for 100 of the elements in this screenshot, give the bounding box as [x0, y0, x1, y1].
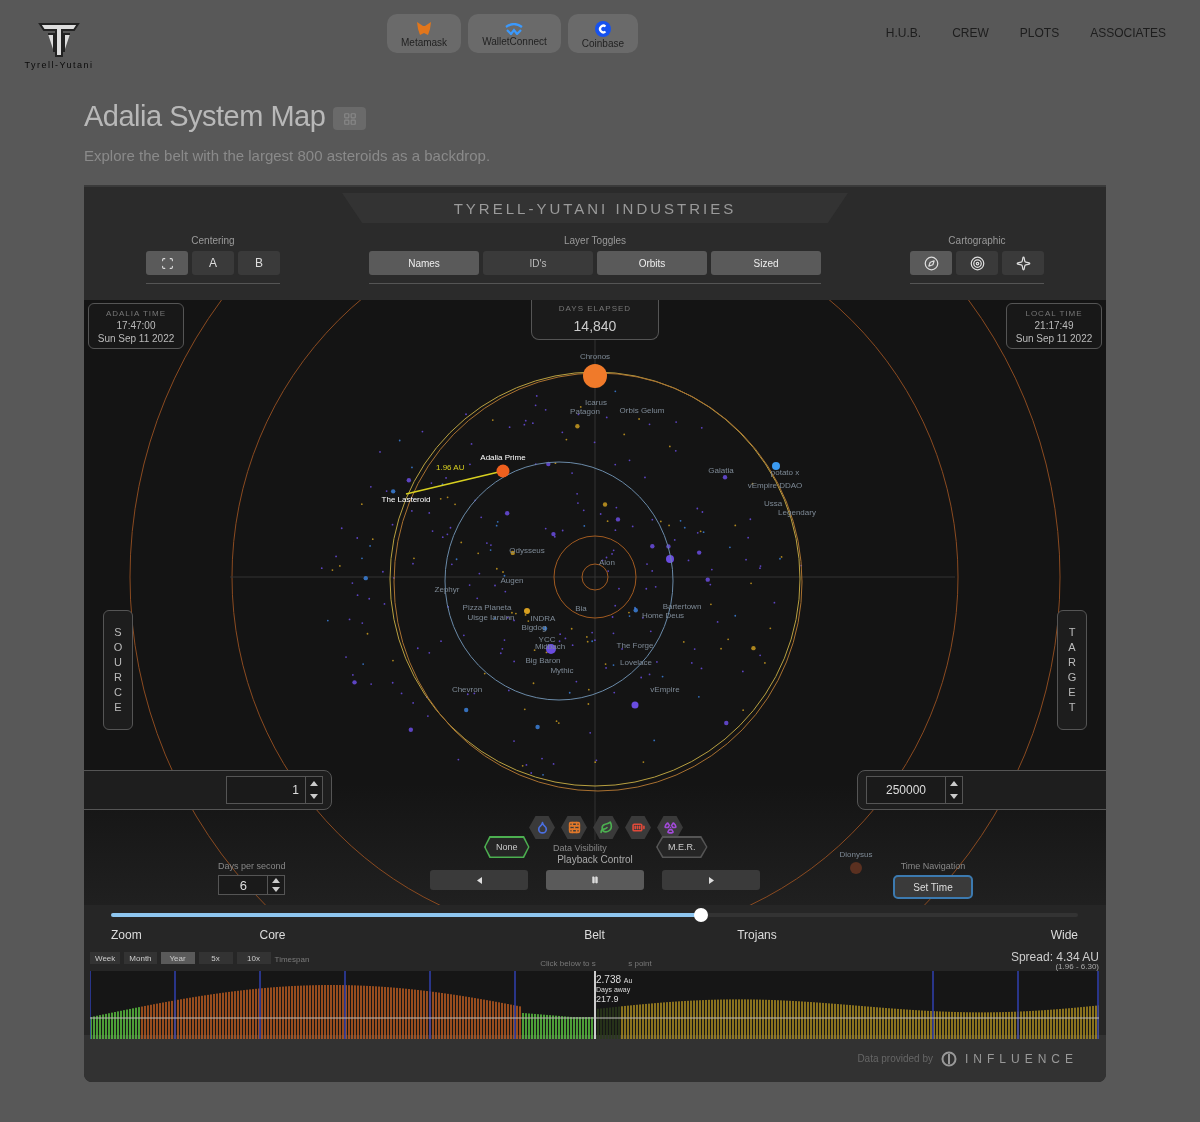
spread-value: Spread: 4.34 AU: [1010, 950, 1099, 964]
group-label: Layer Toggles: [563, 235, 627, 246]
asteroid-label: Odysseus: [509, 545, 545, 555]
timespan-button[interactable]: Month: [124, 952, 157, 964]
asteroid-label: Galatia: [708, 465, 734, 475]
cartographic-button[interactable]: [1002, 251, 1044, 275]
timespan-button[interactable]: 5x: [198, 952, 233, 964]
pause-icon: [591, 876, 599, 884]
fox-icon: [416, 21, 433, 36]
asteroid-label: Ussa: [763, 498, 783, 508]
triangle-right-icon: [708, 876, 714, 884]
asteroid-label: Dionysus: [839, 849, 873, 859]
spin-down-icon[interactable]: [950, 794, 958, 799]
asteroid-label: Home Deus: [641, 610, 685, 620]
hint-text: Click below to s: [540, 959, 596, 968]
sparkle-icon: [1015, 255, 1031, 271]
wave-icon: [504, 22, 525, 35]
target-icon: [969, 255, 985, 271]
asteroid-label: vEmpire DDAO: [747, 480, 803, 490]
days-per-second-label: Days per second: [218, 861, 286, 871]
group-label: Centering: [191, 235, 235, 246]
grid-icon: [342, 111, 357, 126]
logo-icon: [38, 22, 80, 58]
timespan-button[interactable]: Week: [90, 952, 121, 964]
timespan-button[interactable]: Year: [160, 952, 195, 964]
zoom-slider[interactable]: [111, 908, 1078, 922]
time-value: 17:47:00: [116, 319, 156, 331]
scale-label: Belt: [584, 928, 605, 942]
asteroid-label: Big Baron: [525, 655, 561, 665]
scale-label: Trojans: [737, 928, 777, 942]
asteroid-label: Adalia Prime: [480, 452, 526, 462]
asteroid-label: Mythic: [550, 665, 574, 675]
days-label: DAYS ELAPSED: [558, 303, 632, 313]
source-label: SOURCE: [112, 625, 124, 715]
asteroid-label: Chevron: [451, 684, 483, 694]
scale-label: Core: [259, 928, 286, 942]
resource-button[interactable]: [593, 816, 619, 839]
asteroid-label: INDRA: [530, 613, 556, 623]
asteroid-label: Orbis Gelum: [619, 405, 665, 415]
focus-icon: [160, 256, 174, 270]
triangle-left-icon: [476, 876, 482, 884]
planet: [583, 364, 607, 388]
logo-text: Tyrell-Yutani: [24, 60, 94, 70]
days-per-second-input[interactable]: 6: [218, 875, 269, 895]
planet: [850, 862, 862, 874]
source-tab[interactable]: SOURCE: [103, 610, 133, 730]
compass-icon: [923, 255, 939, 271]
spin-up-icon[interactable]: [950, 781, 958, 786]
layer-toggle[interactable]: Sized: [711, 251, 821, 275]
logo-ring-icon: [941, 1050, 957, 1067]
centering-button[interactable]: A: [192, 251, 234, 275]
time-label: ADALIA TIME: [105, 308, 167, 318]
asteroid-label: Pizza Planeta: [462, 602, 512, 612]
asteroid-label: Chronos: [579, 351, 611, 361]
cartographic-button[interactable]: [910, 251, 952, 275]
asteroid-label: vEmpire: [650, 684, 680, 694]
influence-logo: INFLUENCE: [965, 1051, 1078, 1066]
planet: [496, 464, 510, 478]
asteroid-label: Uisge Iarainn: [467, 612, 515, 622]
timespan-button[interactable]: 10x: [236, 952, 271, 964]
group-label: Cartographic: [948, 235, 1006, 246]
asteroid-label: The Lasteroid: [381, 494, 431, 504]
set-time-button[interactable]: Set Time: [893, 875, 973, 899]
spread-range: (1.96 - 6.30): [1055, 962, 1099, 971]
centering-button[interactable]: B: [238, 251, 280, 275]
spin-down-icon[interactable]: [310, 794, 318, 799]
banner-title: TYRELL-YUTANI INDUSTRIES: [453, 199, 737, 217]
asteroid-label: Augen: [500, 575, 524, 585]
asteroid-label: Bigdog: [521, 622, 547, 632]
slider-thumb[interactable]: [693, 908, 708, 922]
asteroid-label: Icarus: [585, 397, 607, 407]
date-value: Sun Sep 11 2022: [1015, 332, 1093, 344]
asteroid-label: Bia: [575, 603, 587, 613]
asteroid-label: Bartertown: [662, 601, 702, 611]
layer-toggle[interactable]: Names: [369, 251, 479, 275]
resource-button[interactable]: [529, 816, 555, 839]
visibility-option[interactable]: M.E.R.: [656, 836, 708, 858]
layer-toggle[interactable]: Orbits: [597, 251, 707, 275]
spin-up-icon[interactable]: [310, 781, 318, 786]
asteroid-label: The Forge: [616, 640, 654, 650]
asteroid-label: YCC: [538, 634, 556, 644]
time-navigation-label: Time Navigation: [900, 861, 966, 871]
days-value: 14,840: [573, 317, 617, 334]
coin-icon: [594, 20, 611, 37]
visibility-option[interactable]: None: [484, 836, 530, 858]
resource-button[interactable]: [561, 816, 587, 839]
cartographic-button[interactable]: [956, 251, 998, 275]
source-input[interactable]: 1: [226, 776, 306, 804]
target-tab[interactable]: TARGET: [1057, 610, 1087, 730]
hint-text: s point: [628, 959, 652, 968]
page-title: Adalia System Map: [84, 100, 326, 133]
timespan-label: Timespan: [274, 955, 310, 964]
asteroid-label: Patagon: [570, 406, 600, 416]
spin-down-icon[interactable]: [272, 887, 281, 892]
marker-days: 217.9: [596, 994, 633, 1004]
spin-up-icon[interactable]: [272, 878, 281, 883]
target-input[interactable]: 250000: [866, 776, 946, 804]
playback-label: Playback Control: [557, 854, 633, 865]
resource-button[interactable]: [625, 816, 651, 839]
layer-toggle[interactable]: ID's: [483, 251, 593, 275]
